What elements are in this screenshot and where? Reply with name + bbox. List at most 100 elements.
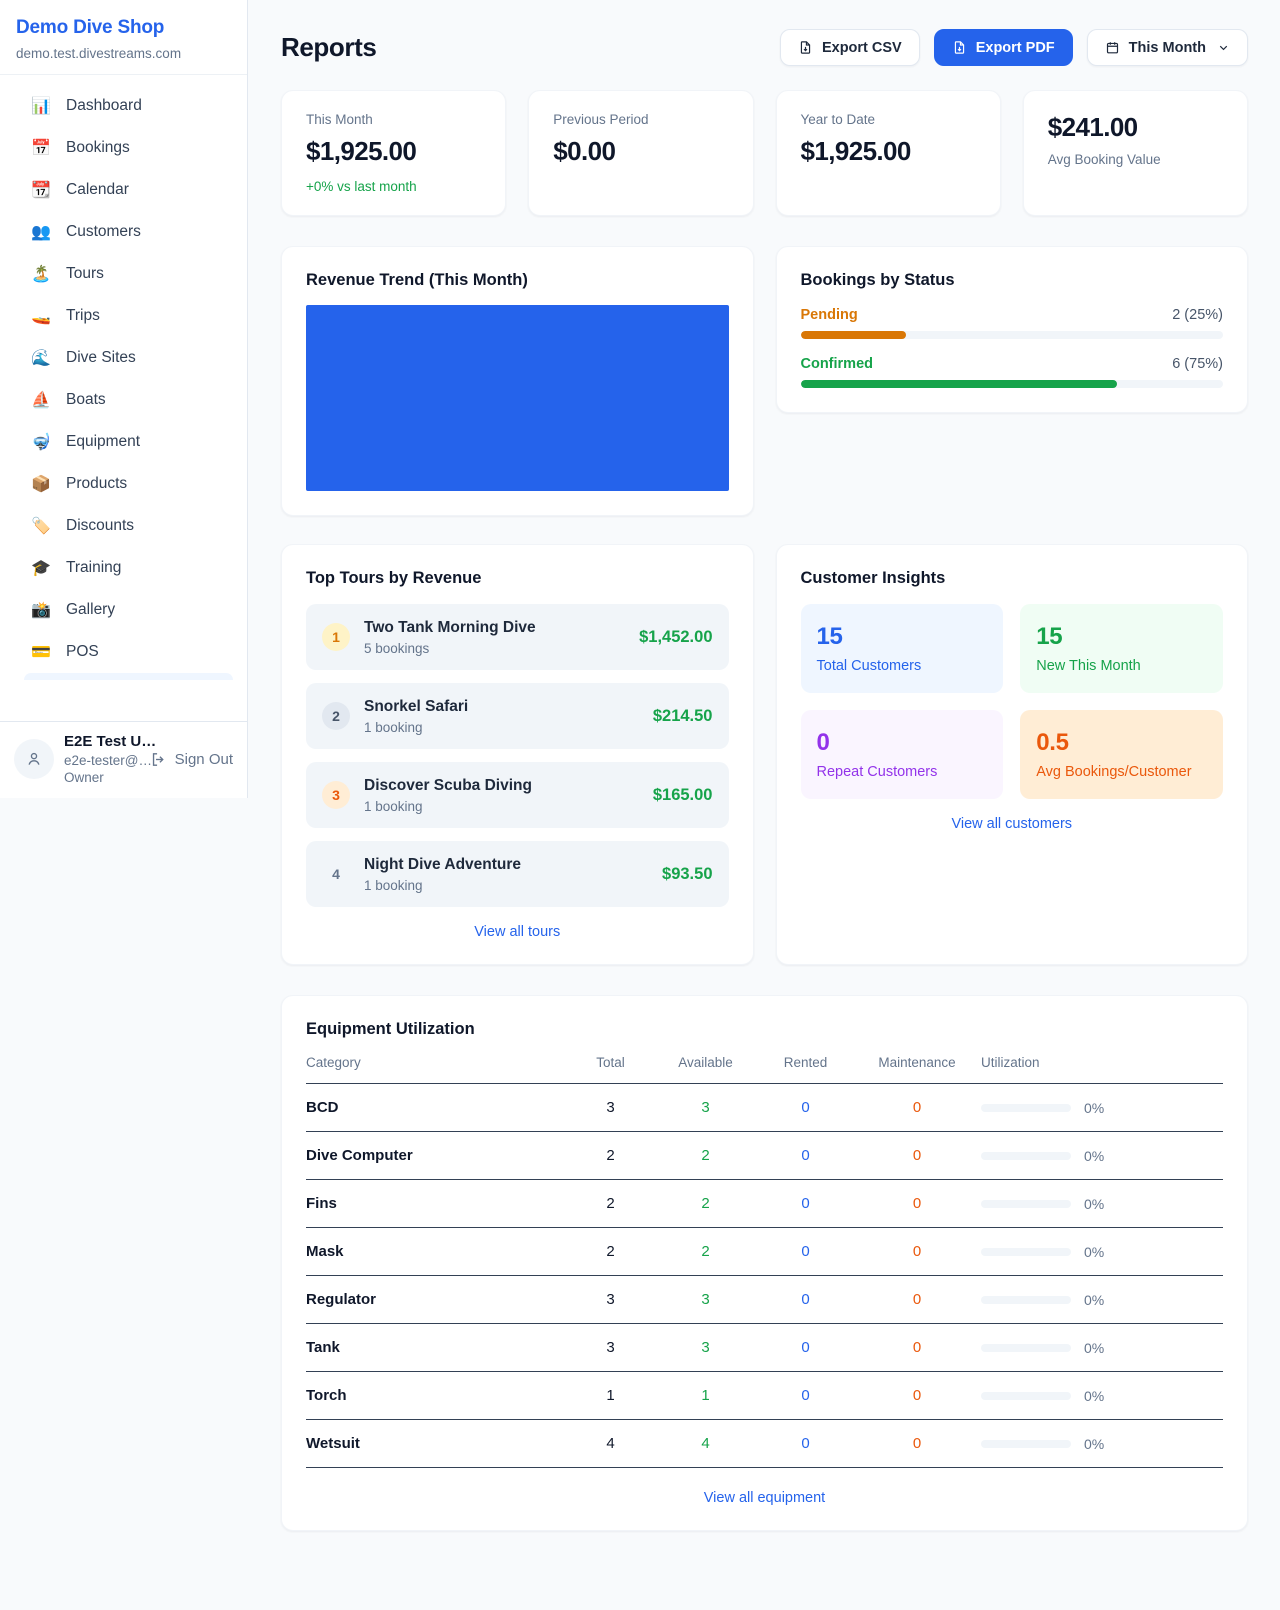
cell-total: 4 bbox=[568, 1435, 653, 1452]
utilization-pct: 0% bbox=[1084, 1436, 1104, 1452]
tile-total-customers: 15 Total Customers bbox=[801, 604, 1004, 693]
col-maintenance: Maintenance bbox=[853, 1055, 981, 1070]
revenue-trend-bar bbox=[306, 305, 729, 491]
cell-rented: 0 bbox=[758, 1387, 853, 1404]
sidebar-item-tours[interactable]: 🏝️Tours bbox=[8, 253, 239, 295]
col-total: Total bbox=[568, 1055, 653, 1070]
period-dropdown[interactable]: This Month bbox=[1087, 29, 1248, 66]
col-category: Category bbox=[306, 1055, 568, 1070]
dive-sites-icon: 🌊 bbox=[30, 348, 52, 368]
utilization-bar bbox=[981, 1296, 1071, 1304]
sidebar-item-label: Products bbox=[66, 475, 127, 493]
main-content: Reports Export CSV Export PDF This Month bbox=[249, 0, 1280, 1531]
progress-fill bbox=[801, 380, 1118, 388]
chevron-down-icon bbox=[1217, 41, 1230, 54]
sidebar-item-discounts[interactable]: 🏷️Discounts bbox=[8, 505, 239, 547]
col-utilization: Utilization bbox=[981, 1055, 1223, 1070]
shop-header: Demo Dive Shop demo.test.divestreams.com bbox=[0, 0, 247, 75]
sidebar-item-customers[interactable]: 👥Customers bbox=[8, 211, 239, 253]
sidebar-item-boats[interactable]: ⛵Boats bbox=[8, 379, 239, 421]
rank-badge: 4 bbox=[322, 860, 350, 888]
tile-value: 15 bbox=[1036, 623, 1207, 651]
cell-maintenance: 0 bbox=[853, 1243, 981, 1260]
boats-icon: ⛵ bbox=[30, 390, 52, 410]
cell-available: 2 bbox=[653, 1195, 758, 1212]
user-meta: E2E Test U… e2e-tester@… Owner bbox=[64, 733, 140, 785]
stat-label: This Month bbox=[306, 112, 481, 127]
status-row-confirmed: Confirmed 6 (75%) bbox=[801, 356, 1224, 388]
utilization-bar bbox=[981, 1248, 1071, 1256]
cell-available: 3 bbox=[653, 1099, 758, 1116]
sidebar-item-gallery[interactable]: 📸Gallery bbox=[8, 589, 239, 631]
insight-tiles: 15 Total Customers 15 New This Month 0 R… bbox=[801, 604, 1224, 799]
progress-track bbox=[801, 331, 1224, 339]
cell-available: 2 bbox=[653, 1147, 758, 1164]
tour-bookings: 1 booking bbox=[364, 720, 639, 735]
utilization-bar bbox=[981, 1200, 1071, 1208]
utilization-bar bbox=[981, 1152, 1071, 1160]
view-all-equipment-link[interactable]: View all equipment bbox=[306, 1490, 1223, 1506]
export-pdf-button[interactable]: Export PDF bbox=[934, 29, 1073, 66]
cell-maintenance: 0 bbox=[853, 1339, 981, 1356]
sidebar-item-label: Customers bbox=[66, 223, 141, 241]
sidebar-item-products[interactable]: 📦Products bbox=[8, 463, 239, 505]
sidebar-item-bookings[interactable]: 📅Bookings bbox=[8, 127, 239, 169]
export-csv-button[interactable]: Export CSV bbox=[780, 29, 920, 66]
utilization-pct: 0% bbox=[1084, 1196, 1104, 1212]
shop-name: Demo Dive Shop bbox=[16, 17, 231, 39]
equipment-icon: 🤿 bbox=[30, 432, 52, 452]
cell-category: BCD bbox=[306, 1099, 568, 1116]
tile-label: Avg Bookings/Customer bbox=[1036, 764, 1207, 780]
cell-category: Torch bbox=[306, 1387, 568, 1404]
tile-avg-bookings-customer: 0.5 Avg Bookings/Customer bbox=[1020, 710, 1223, 799]
sidebar-item-pos[interactable]: 💳POS bbox=[8, 631, 239, 673]
status-label: Pending bbox=[801, 307, 858, 323]
bookings-icon: 📅 bbox=[30, 138, 52, 158]
sidebar-item-label: Dashboard bbox=[66, 97, 142, 115]
sidebar: Demo Dive Shop demo.test.divestreams.com… bbox=[0, 0, 248, 798]
cell-total: 1 bbox=[568, 1387, 653, 1404]
list-item: 1 Two Tank Morning Dive5 bookings $1,452… bbox=[306, 604, 729, 670]
sidebar-item-dive-sites[interactable]: 🌊Dive Sites bbox=[8, 337, 239, 379]
tile-new-this-month: 15 New This Month bbox=[1020, 604, 1223, 693]
sidebar-active-item-partial[interactable] bbox=[24, 673, 233, 680]
stat-label: Avg Booking Value bbox=[1048, 152, 1223, 167]
bookings-by-status-card: Bookings by Status Pending 2 (25%) Confi… bbox=[776, 246, 1249, 413]
sidebar-item-trips[interactable]: 🚤Trips bbox=[8, 295, 239, 337]
status-row-pending: Pending 2 (25%) bbox=[801, 307, 1224, 339]
table-row: BCD 3 3 0 0 0% bbox=[306, 1084, 1223, 1132]
sidebar-item-training[interactable]: 🎓Training bbox=[8, 547, 239, 589]
sidebar-item-calendar[interactable]: 📆Calendar bbox=[8, 169, 239, 211]
cell-total: 2 bbox=[568, 1195, 653, 1212]
file-download-icon bbox=[952, 40, 967, 55]
stat-value: $1,925.00 bbox=[801, 136, 976, 167]
rank-badge: 1 bbox=[322, 623, 350, 651]
cell-available: 4 bbox=[653, 1435, 758, 1452]
sidebar-item-label: Trips bbox=[66, 307, 100, 325]
cell-available: 3 bbox=[653, 1291, 758, 1308]
status-count: 6 (75%) bbox=[1172, 356, 1223, 372]
customer-insights-card: Customer Insights 15 Total Customers 15 … bbox=[776, 544, 1249, 965]
sign-out-label: Sign Out bbox=[175, 751, 233, 768]
tile-label: Total Customers bbox=[817, 658, 988, 674]
header-actions: Export CSV Export PDF This Month bbox=[780, 29, 1248, 66]
sidebar-item-dashboard[interactable]: 📊 Dashboard bbox=[8, 85, 239, 127]
charts-row: Revenue Trend (This Month) Bookings by S… bbox=[281, 246, 1248, 516]
sidebar-item-label: POS bbox=[66, 643, 99, 661]
cell-total: 3 bbox=[568, 1099, 653, 1116]
dashboard-icon: 📊 bbox=[30, 96, 52, 116]
stat-value: $1,925.00 bbox=[306, 136, 481, 167]
equipment-utilization-card: Equipment Utilization Category Total Ava… bbox=[281, 995, 1248, 1531]
table-row: Fins 2 2 0 0 0% bbox=[306, 1180, 1223, 1228]
stat-value: $0.00 bbox=[553, 136, 728, 167]
cell-rented: 0 bbox=[758, 1147, 853, 1164]
sidebar-item-equipment[interactable]: 🤿Equipment bbox=[8, 421, 239, 463]
view-all-tours-link[interactable]: View all tours bbox=[306, 924, 729, 940]
file-download-icon bbox=[798, 40, 813, 55]
gallery-icon: 📸 bbox=[30, 600, 52, 620]
list-item: 3 Discover Scuba Diving1 booking $165.00 bbox=[306, 762, 729, 828]
revenue-trend-title: Revenue Trend (This Month) bbox=[306, 271, 729, 290]
tour-bookings: 5 bookings bbox=[364, 641, 625, 656]
sign-out-button[interactable]: Sign Out bbox=[150, 751, 233, 768]
view-all-customers-link[interactable]: View all customers bbox=[801, 816, 1224, 832]
